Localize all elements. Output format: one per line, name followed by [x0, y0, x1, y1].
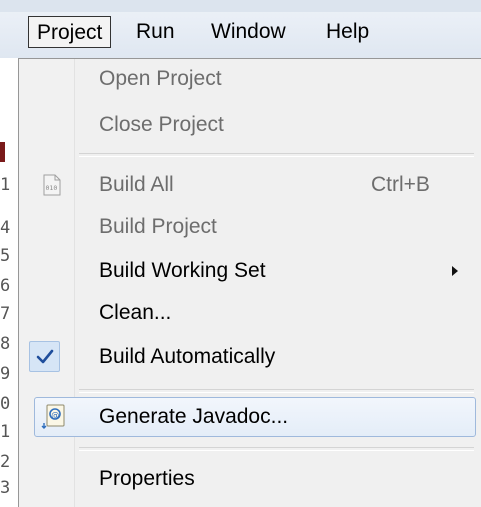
- menu-item-label: Build Working Set: [99, 259, 266, 282]
- line-number: 0: [0, 394, 11, 414]
- menu-window[interactable]: Window: [203, 16, 294, 48]
- menu-item-label: Open Project: [99, 67, 222, 90]
- javadoc-icon: @: [40, 404, 68, 435]
- checkmark-icon: [29, 341, 60, 372]
- menu-item-label: Build All: [99, 173, 174, 196]
- menu-bar-top-strip: [0, 0, 481, 12]
- menu-item-build-project[interactable]: Build Project: [19, 209, 481, 245]
- svg-text:@: @: [51, 411, 59, 420]
- line-number: 6: [0, 276, 11, 296]
- line-number: 1: [0, 422, 11, 442]
- menu-separator: [79, 447, 474, 451]
- menu-separator: [79, 389, 474, 393]
- menu-item-build-automatically[interactable]: Build Automatically: [19, 339, 481, 375]
- line-number: 1: [0, 175, 11, 195]
- line-number: 8: [0, 334, 11, 354]
- menu-item-label: Properties: [99, 467, 195, 490]
- menu-item-build-all[interactable]: 010 Build All Ctrl+B: [19, 167, 481, 203]
- menu-item-open-project[interactable]: Open Project: [19, 61, 481, 97]
- menu-separator: [79, 153, 474, 157]
- line-number: 4: [0, 218, 11, 238]
- submenu-arrow-icon: [452, 266, 458, 276]
- line-number: 9: [0, 364, 11, 384]
- shortcut-label: Ctrl+B: [371, 173, 430, 196]
- editor-gutter: 1 4 5 6 7 8 9 0 1 2 3: [0, 58, 20, 507]
- menu-item-properties[interactable]: Properties: [19, 461, 481, 497]
- menu-item-label: Build Automatically: [99, 345, 276, 368]
- line-number: 5: [0, 246, 11, 266]
- menu-bar: Project Run Window Help: [0, 0, 481, 59]
- line-number: 7: [0, 304, 11, 324]
- menu-item-label: Close Project: [99, 113, 224, 136]
- menu-item-generate-javadoc[interactable]: @ Generate Javadoc...: [34, 397, 476, 437]
- binary-file-icon: 010: [43, 174, 61, 201]
- menu-item-build-working-set[interactable]: Build Working Set: [19, 253, 481, 289]
- project-dropdown-menu: Open Project Close Project 010 Build All…: [18, 58, 481, 507]
- menu-item-clean[interactable]: Clean...: [19, 295, 481, 331]
- svg-text:010: 010: [46, 184, 58, 192]
- menu-item-label: Generate Javadoc...: [99, 405, 289, 428]
- menu-project[interactable]: Project: [28, 16, 112, 48]
- menu-run[interactable]: Run: [128, 16, 183, 48]
- menu-item-label: Clean...: [99, 301, 172, 324]
- menu-item-label: Build Project: [99, 215, 217, 238]
- error-marker: [0, 142, 5, 162]
- line-number: 3: [0, 478, 11, 498]
- line-number: 2: [0, 452, 11, 472]
- menu-help[interactable]: Help: [318, 16, 377, 48]
- menu-item-close-project[interactable]: Close Project: [19, 107, 481, 143]
